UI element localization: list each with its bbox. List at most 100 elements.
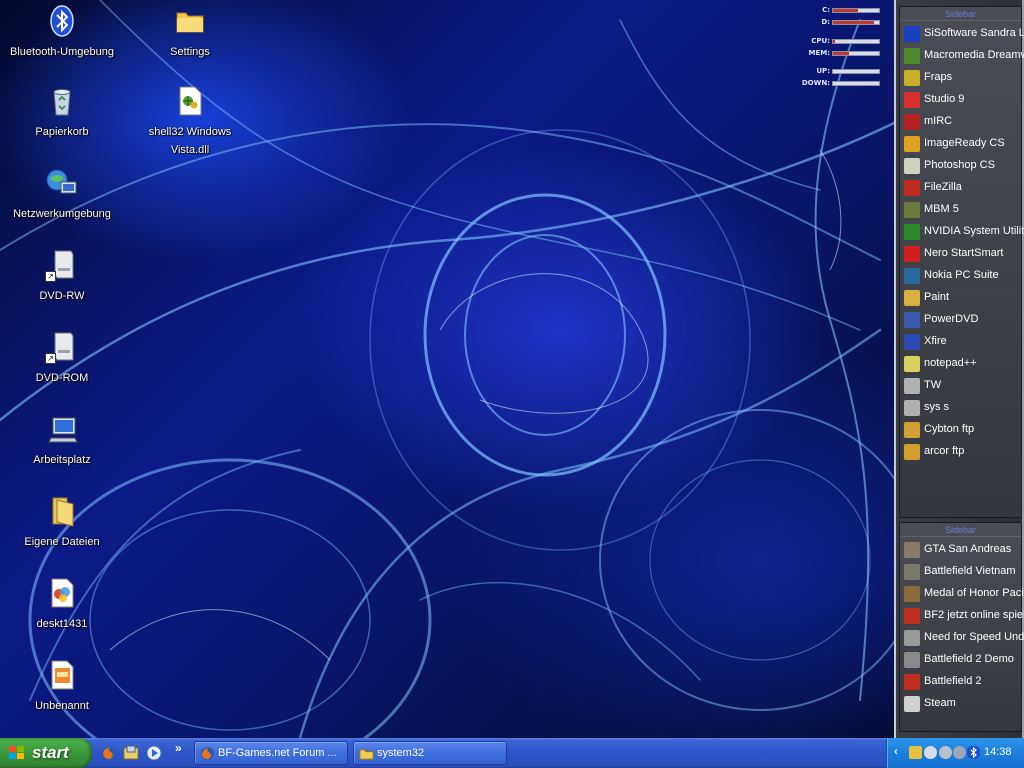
sidebar-item[interactable]: Fraps: [902, 67, 1024, 89]
meter-drive-c: C:: [800, 6, 884, 16]
dreamweaver-icon: [904, 48, 920, 64]
sidebar-item[interactable]: Battlefield Vietnam: [902, 561, 1024, 583]
sidebar-item[interactable]: ImageReady CS: [902, 133, 1024, 155]
meter-label: D:: [821, 18, 830, 26]
studio-icon: [904, 92, 920, 108]
ftp-icon: [904, 444, 920, 460]
mirc-icon: [904, 114, 920, 130]
sys-icon: [904, 400, 920, 416]
system-tray: ‹ 14:38: [886, 738, 1024, 768]
network-tray-icon[interactable]: [909, 746, 922, 759]
bluetooth-tray-icon[interactable]: [967, 746, 980, 759]
clock: 14:38: [984, 746, 1012, 758]
desktop-icon-dvd-rw[interactable]: ↗ DVD-RW: [10, 248, 114, 304]
desktop-icon-recycle-bin[interactable]: Papierkorb: [10, 84, 114, 140]
sidebar-item[interactable]: Medal of Honor Pacifi: [902, 583, 1024, 605]
sidebar-item[interactable]: TW: [902, 375, 1024, 397]
bluetooth-icon: [45, 4, 79, 38]
sidebar-item[interactable]: Cybton ftp: [902, 419, 1024, 441]
start-label: start: [32, 743, 69, 762]
sidebar-item[interactable]: BF2 jetzt online spiele: [902, 605, 1024, 627]
sidebar-item[interactable]: Photoshop CS: [902, 155, 1024, 177]
sidebar-item[interactable]: SiSoftware Sandra L: [902, 23, 1024, 45]
sidebar-item[interactable]: PowerDVD: [902, 309, 1024, 331]
bf2-icon: [904, 608, 920, 624]
task-button-firefox[interactable]: BF-Games.net Forum ...: [194, 741, 348, 765]
meter-bar: [832, 81, 880, 86]
start-button[interactable]: start: [0, 738, 92, 768]
fraps-icon: [904, 70, 920, 86]
ftp-icon: [904, 422, 920, 438]
quick-launch-more-button[interactable]: »: [175, 741, 182, 755]
sidebar-item-label: ImageReady CS: [924, 137, 1005, 149]
sidebar-item-label: Medal of Honor Pacifi: [924, 587, 1024, 599]
sidebar-item[interactable]: notepad++: [902, 353, 1024, 375]
sidebar-item[interactable]: Nokia PC Suite: [902, 265, 1024, 287]
sidebar-item[interactable]: arcor ftp: [902, 441, 1024, 463]
nvidia-icon: [904, 224, 920, 240]
tray-expand-button[interactable]: ‹: [894, 746, 898, 758]
sidebar-item[interactable]: mIRC: [902, 111, 1024, 133]
explorer-icon[interactable]: [123, 745, 139, 761]
sidebar-item[interactable]: NVIDIA System Utility: [902, 221, 1024, 243]
volume-tray-icon[interactable]: [924, 746, 937, 759]
computer-icon: [45, 412, 79, 446]
media-player-icon[interactable]: [146, 745, 162, 761]
xfire-icon: [904, 334, 920, 350]
desktop-icon-shell32[interactable]: shell32 Windows Vista.dll: [138, 84, 242, 158]
network-icon: [45, 166, 79, 200]
sidebar-panel-apps: Sidebar SiSoftware Sandra L Macromedia Dr…: [899, 6, 1024, 518]
meter-mem: MEM:: [800, 49, 884, 59]
disk-tray-icon[interactable]: [939, 746, 952, 759]
sidebar-item[interactable]: MBM 5: [902, 199, 1024, 221]
desktop-icon-network[interactable]: Netzwerkumgebung: [10, 166, 114, 222]
desktop-icon-deskt1431[interactable]: deskt1431: [10, 576, 114, 632]
sidebar-item-label: Need for Speed Unde: [924, 631, 1024, 643]
sidebar-item[interactable]: Paint: [902, 287, 1024, 309]
nokia-icon: [904, 268, 920, 284]
sidebar-item-label: Nokia PC Suite: [924, 269, 999, 281]
imageready-icon: [904, 136, 920, 152]
desktop-icon-bluetooth[interactable]: Bluetooth-Umgebung: [10, 4, 114, 60]
mbm-icon: [904, 202, 920, 218]
firefox-icon: [200, 746, 215, 761]
desktop-icon-dvd-rom[interactable]: ↗ DVD-ROM: [10, 330, 114, 386]
sidebar-item-label: Steam: [924, 697, 956, 709]
firefox-icon[interactable]: [101, 745, 117, 761]
sidebar-item[interactable]: Xfire: [902, 331, 1024, 353]
desktop-icon-unbenannt[interactable]: Unbenannt: [10, 658, 114, 714]
sidebar-item[interactable]: Steam: [902, 693, 1024, 715]
meter-fill: [833, 21, 874, 24]
meter-fill: [833, 40, 835, 43]
desktop-icon-settings[interactable]: Settings: [138, 4, 242, 60]
task-button-system32[interactable]: system32: [353, 741, 507, 765]
desktop-icon-label: Netzwerkumgebung: [13, 208, 111, 220]
sidebar-item[interactable]: sys s: [902, 397, 1024, 419]
nero-icon: [904, 246, 920, 262]
meter-bar: [832, 20, 880, 25]
sidebar-item[interactable]: Need for Speed Unde: [902, 627, 1024, 649]
meter-bar: [832, 69, 880, 74]
sidebar-item[interactable]: GTA San Andreas: [902, 539, 1024, 561]
sidebar-item[interactable]: Studio 9: [902, 89, 1024, 111]
sidebar-item[interactable]: FileZilla: [902, 177, 1024, 199]
sidebar-item-label: Paint: [924, 291, 950, 303]
dll-file-icon: [173, 84, 207, 118]
sandra-icon: [904, 26, 920, 42]
meter-label: C:: [822, 6, 830, 14]
sidebar-panel-games: Sidebar GTA San Andreas Battlefield Vietn…: [899, 522, 1024, 732]
sidebar-item-label: Nero StartSmart: [924, 247, 1004, 259]
sidebar-item[interactable]: Nero StartSmart: [902, 243, 1024, 265]
sync-tray-icon[interactable]: [953, 746, 966, 759]
sidebar-item[interactable]: Battlefield 2: [902, 671, 1024, 693]
windows-logo-icon: [9, 746, 25, 760]
tw-icon: [904, 378, 920, 394]
desktop-icon-label: DVD-ROM: [35, 372, 89, 384]
sidebar-item[interactable]: Macromedia Dreamw: [902, 45, 1024, 67]
sidebar-item[interactable]: Battlefield 2 Demo: [902, 649, 1024, 671]
desktop-icon-my-documents[interactable]: Eigene Dateien: [10, 494, 114, 550]
photoshop-icon: [904, 158, 920, 174]
desktop-icon-my-computer[interactable]: Arbeitsplatz: [10, 412, 114, 468]
bfv-icon: [904, 564, 920, 580]
image-file-icon: [45, 658, 79, 692]
